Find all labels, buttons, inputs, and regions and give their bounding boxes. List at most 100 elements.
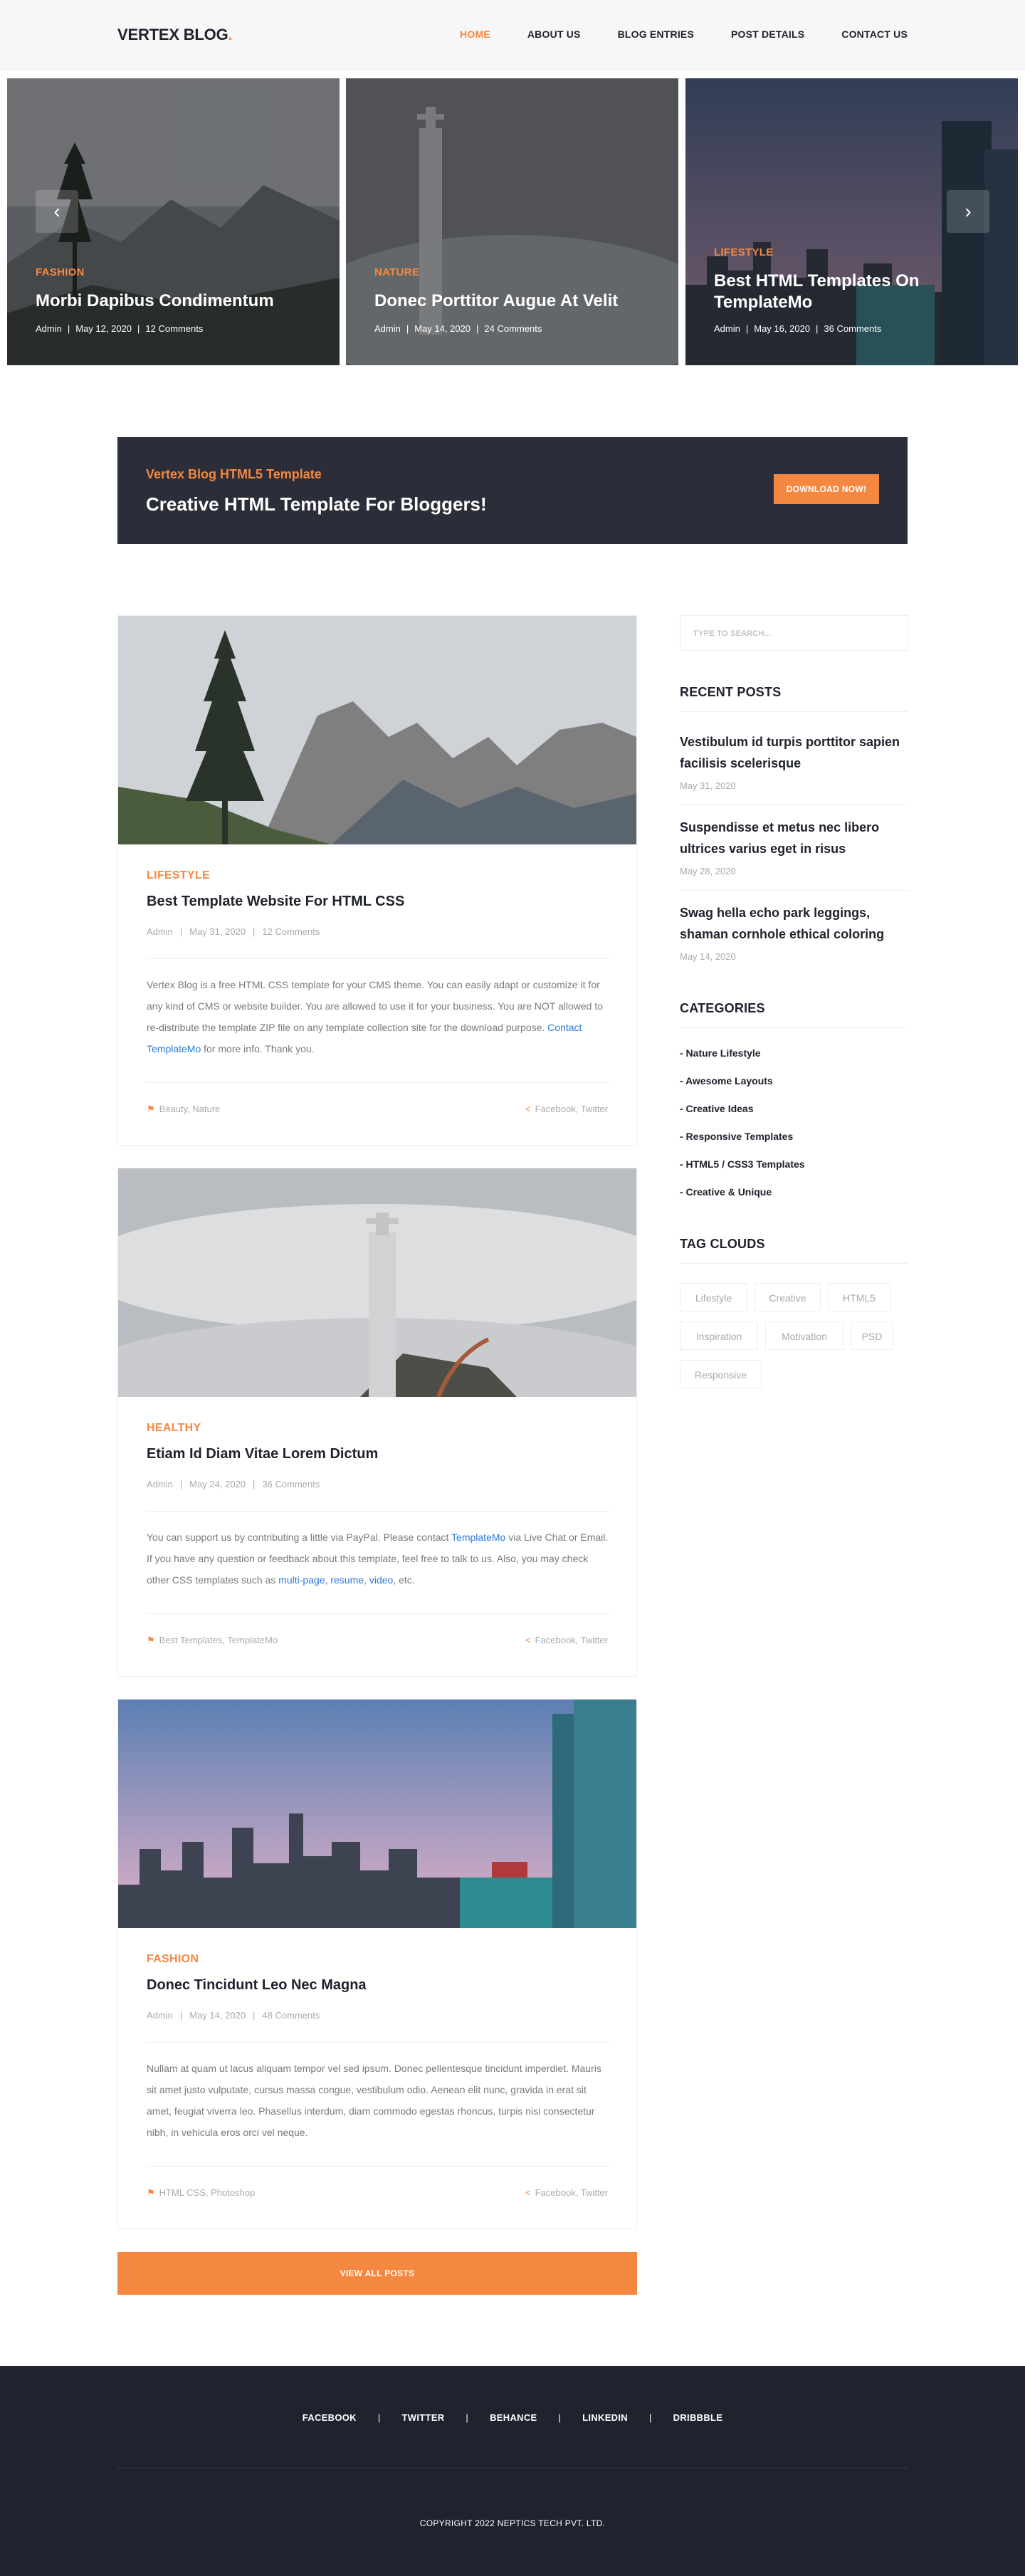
post-2-author[interactable]: Admin	[147, 1479, 173, 1489]
post-3-date[interactable]: May 14, 2020	[189, 2010, 246, 2021]
footer-facebook-link[interactable]: FACEBOOK	[303, 2412, 357, 2423]
multi-page-link[interactable]: multi-page	[278, 1574, 325, 1586]
slide-2-date[interactable]: May 14, 2020	[414, 323, 471, 334]
slide-3-category[interactable]: LIFESTYLE	[714, 246, 774, 258]
main-nav: HOME ABOUT US BLOG ENTRIES POST DETAILS …	[423, 28, 908, 40]
slide-2-author[interactable]: Admin	[374, 323, 401, 334]
post-2-title[interactable]: Etiam Id Diam Vitae Lorem Dictum	[147, 1446, 378, 1462]
post-3-share: < Facebook, Twitter	[525, 2187, 608, 2198]
nav-contact-us[interactable]: CONTACT US	[841, 28, 908, 40]
tag-creative[interactable]: Creative	[755, 1283, 821, 1311]
slide-2[interactable]: NATURE Donec Porttitor Augue At Velit Ad…	[346, 78, 678, 365]
slide-2-comments[interactable]: 24 Comments	[484, 323, 542, 334]
post-1-divider-2	[147, 1082, 609, 1083]
site-logo[interactable]: VERTEX BLOG.	[117, 26, 233, 44]
recent-post-2-date: May 28, 2020	[680, 866, 736, 876]
slider-prev-arrow[interactable]: ‹	[36, 190, 78, 233]
blog-post-3: FASHION Donec Tincidunt Leo Nec Magna Ad…	[117, 1699, 637, 2229]
post-1-category[interactable]: LIFESTYLE	[147, 869, 210, 882]
post-3-tags: ⚑ HTML CSS, Photoshop	[147, 2187, 255, 2199]
post-2-date[interactable]: May 24, 2020	[189, 1479, 246, 1489]
view-all-posts-button[interactable]: VIEW ALL POSTS	[117, 2252, 637, 2295]
post-1-tags: ⚑ Beauty, Nature	[147, 1104, 220, 1115]
tag-icon: ⚑	[147, 1104, 155, 1114]
footer-behance-link[interactable]: BEHANCE	[490, 2412, 537, 2423]
tag-lifestyle[interactable]: Lifestyle	[680, 1283, 747, 1311]
tag-inspiration[interactable]: Inspiration	[680, 1321, 758, 1350]
category-link[interactable]: - HTML5 / CSS3 Templates	[680, 1158, 805, 1170]
slide-1-date[interactable]: May 12, 2020	[75, 323, 132, 334]
post-1-date[interactable]: May 31, 2020	[189, 926, 246, 937]
recent-posts-divider	[680, 711, 908, 712]
slide-1-title[interactable]: Morbi Dapibus Condimentum	[36, 290, 320, 312]
post-2-photo	[118, 1168, 636, 1397]
post-1-image[interactable]	[118, 616, 636, 844]
post-2-comments[interactable]: 36 Comments	[262, 1479, 320, 1489]
nav-post-details[interactable]: POST DETAILS	[731, 28, 804, 40]
slide-1-comments[interactable]: 12 Comments	[145, 323, 203, 334]
post-2-divider	[147, 1511, 609, 1512]
nav-blog-entries[interactable]: BLOG ENTRIES	[618, 28, 694, 40]
post-1-title[interactable]: Best Template Website For HTML CSS	[147, 894, 404, 910]
recent-post-3-title[interactable]: Swag hella echo park leggings, shaman co…	[680, 902, 908, 945]
category-link[interactable]: - Creative Ideas	[680, 1103, 754, 1114]
category-link[interactable]: - Nature Lifestyle	[680, 1047, 761, 1059]
recent-post-1-title[interactable]: Vestibulum id turpis porttitor sapien fa…	[680, 731, 908, 774]
slide-2-title[interactable]: Donec Porttitor Augue At Velit	[374, 290, 659, 312]
post-1-tag-links[interactable]: Beauty, Nature	[159, 1104, 221, 1114]
footer-dribbble-link[interactable]: DRIBBBLE	[673, 2412, 723, 2423]
footer-twitter-link[interactable]: TWITTER	[402, 2412, 445, 2423]
post-3-comments[interactable]: 48 Comments	[262, 2010, 320, 2021]
post-3-author[interactable]: Admin	[147, 2010, 173, 2021]
slider-next-arrow[interactable]: ›	[947, 190, 989, 233]
categories-divider	[680, 1027, 908, 1028]
post-2-share-links[interactable]: Facebook, Twitter	[535, 1635, 608, 1645]
nav-home[interactable]: HOME	[460, 28, 490, 40]
slide-2-category[interactable]: NATURE	[374, 266, 419, 278]
category-link[interactable]: - Responsive Templates	[680, 1131, 793, 1142]
post-2-tag-links[interactable]: Best Templates, TemplateMo	[159, 1635, 278, 1645]
post-3-category[interactable]: FASHION	[147, 1953, 199, 1966]
tag-clouds-heading: TAG CLOUDS	[680, 1237, 765, 1251]
category-link[interactable]: - Awesome Layouts	[680, 1075, 773, 1087]
video-link[interactable]: video	[369, 1574, 393, 1586]
post-2-divider-2	[147, 1613, 609, 1614]
resume-link[interactable]: resume	[330, 1574, 364, 1586]
post-3-divider-2	[147, 2166, 609, 2167]
post-1-comments[interactable]: 12 Comments	[262, 926, 320, 937]
search-input[interactable]: TYPE TO SEARCH...	[680, 615, 908, 651]
tag-responsive[interactable]: Responsive	[680, 1360, 762, 1388]
slide-3-comments[interactable]: 36 Comments	[824, 323, 881, 334]
post-3-image[interactable]	[118, 1700, 636, 1928]
post-3-title[interactable]: Donec Tincidunt Leo Nec Magna	[147, 1977, 367, 1994]
recent-post-divider	[680, 890, 908, 891]
post-1-divider	[147, 958, 609, 959]
recent-post-1-date: May 31, 2020	[680, 780, 736, 791]
footer-linkedin-link[interactable]: LINKEDIN	[582, 2412, 628, 2423]
post-2-body: You can support us by contributing a lit…	[147, 1532, 609, 1586]
slide-1-category[interactable]: FASHION	[36, 266, 85, 278]
footer-separator: |	[558, 2412, 562, 2423]
footer-separator: |	[377, 2412, 381, 2423]
post-2-image[interactable]	[118, 1168, 636, 1397]
category-link[interactable]: - Creative & Unique	[680, 1186, 772, 1198]
slide-1-author[interactable]: Admin	[36, 323, 62, 334]
post-3-share-links[interactable]: Facebook, Twitter	[535, 2187, 608, 2198]
recent-post-2-title[interactable]: Suspendisse et metus nec libero ultrices…	[680, 817, 908, 859]
tag-psd[interactable]: PSD	[851, 1321, 893, 1350]
post-1-author[interactable]: Admin	[147, 926, 173, 937]
tag-html5[interactable]: HTML5	[828, 1283, 890, 1311]
templatemo-link[interactable]: TemplateMo	[451, 1532, 505, 1543]
post-2-category[interactable]: HEALTHY	[147, 1422, 201, 1435]
post-1-photo	[118, 616, 636, 844]
slide-3-title[interactable]: Best HTML Templates On TemplateMo	[714, 271, 999, 313]
slide-3-author[interactable]: Admin	[714, 323, 740, 334]
slide-3-date[interactable]: May 16, 2020	[754, 323, 810, 334]
tag-motivation[interactable]: Motivation	[765, 1321, 843, 1350]
post-3-body: Nullam at quam ut lacus aliquam tempor v…	[147, 2063, 601, 2138]
post-3-tag-links[interactable]: HTML CSS, Photoshop	[159, 2187, 256, 2198]
download-now-button[interactable]: DOWNLOAD NOW!	[774, 474, 879, 504]
nav-about-us[interactable]: ABOUT US	[527, 28, 581, 40]
site-header: VERTEX BLOG. HOME ABOUT US BLOG ENTRIES …	[0, 0, 1025, 71]
post-1-share-links[interactable]: Facebook, Twitter	[535, 1104, 608, 1114]
